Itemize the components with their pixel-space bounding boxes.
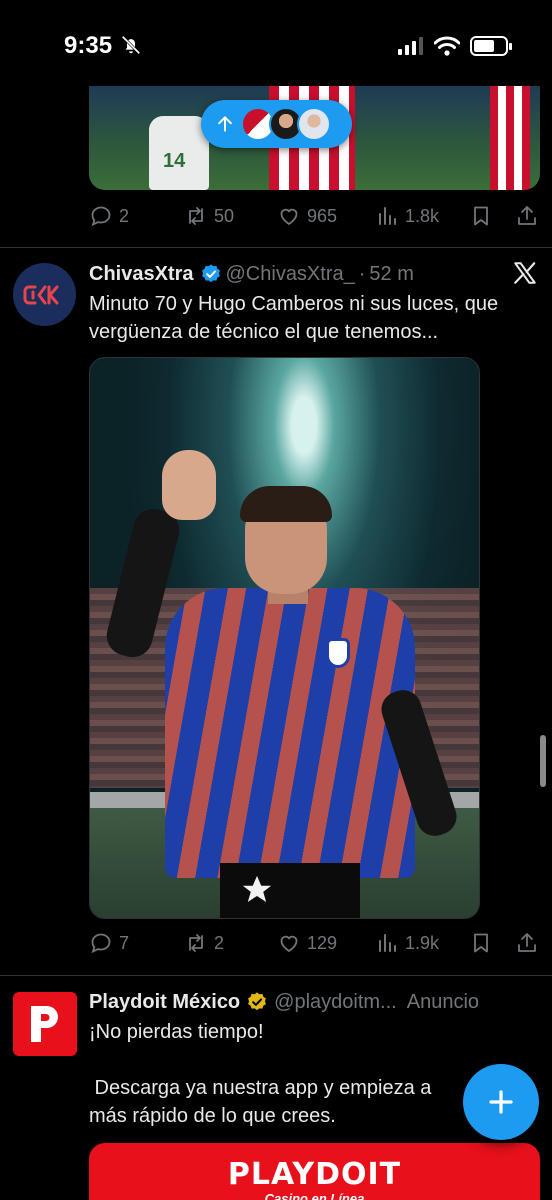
player-figure: 14 bbox=[149, 116, 209, 190]
ad-brand-subtitle: Casino en Línea bbox=[264, 1191, 365, 1200]
status-bar: 9:35 bbox=[0, 0, 552, 86]
tweet-text-line: Minuto 70 y Hugo Camberos ni sus luces, … bbox=[89, 293, 499, 315]
author-handle[interactable]: @ChivasXtra_ bbox=[226, 263, 355, 286]
bookmark-button[interactable] bbox=[469, 201, 493, 231]
share-icon bbox=[518, 206, 536, 225]
star-icon bbox=[242, 875, 272, 903]
ad-header: Playdoit México @playdoitm... Anuncio bbox=[89, 988, 479, 1016]
avatar[interactable] bbox=[13, 992, 77, 1056]
playdoit-logo-icon bbox=[31, 1006, 58, 1042]
player-figure bbox=[490, 86, 530, 190]
x-logo-icon bbox=[514, 262, 536, 284]
views-button[interactable]: 1.8k bbox=[375, 201, 439, 231]
jersey-number-graphic: 14 bbox=[163, 150, 186, 172]
player-hair bbox=[240, 486, 332, 522]
share-icon bbox=[518, 933, 536, 952]
repost-icon bbox=[189, 934, 203, 952]
plus-icon bbox=[489, 1090, 513, 1114]
tweet-text-line: vergüenza de técnico el que tenemos... bbox=[89, 321, 439, 343]
views-button[interactable]: 1.9k bbox=[375, 928, 439, 958]
ad-text-line: más rápido de lo que crees. bbox=[89, 1105, 336, 1127]
avatar[interactable] bbox=[13, 263, 76, 326]
repost-count: 2 bbox=[214, 932, 225, 953]
bookmark-icon bbox=[474, 933, 488, 953]
tweet-actions: 7 2 129 1.9k bbox=[89, 928, 540, 958]
like-button[interactable]: 965 bbox=[277, 201, 337, 231]
divider bbox=[0, 975, 552, 976]
like-icon bbox=[280, 208, 298, 226]
chivasxtra-logo-icon bbox=[23, 285, 58, 304]
share-button[interactable] bbox=[515, 928, 539, 958]
separator: · bbox=[358, 262, 366, 285]
wifi-icon bbox=[434, 36, 460, 56]
status-right bbox=[398, 36, 512, 56]
reply-button[interactable]: 7 bbox=[89, 928, 129, 958]
author-name[interactable]: ChivasXtra bbox=[89, 263, 194, 286]
views-count: 1.9k bbox=[405, 932, 440, 953]
reply-icon bbox=[91, 206, 111, 227]
club-crest bbox=[326, 638, 350, 668]
bookmark-icon bbox=[474, 206, 488, 226]
tweet-header: ChivasXtra @ChivasXtra_ · 52 m bbox=[89, 260, 414, 288]
compose-button[interactable] bbox=[463, 1064, 539, 1140]
advertiser-name[interactable]: Playdoit México bbox=[89, 991, 240, 1014]
reply-icon bbox=[91, 933, 111, 954]
reply-button[interactable]: 2 bbox=[89, 201, 129, 231]
status-time: 9:35 bbox=[64, 32, 113, 59]
ad-banner[interactable]: PLAYDOIT Casino en Línea bbox=[89, 1143, 540, 1200]
verified-icon bbox=[201, 264, 220, 283]
views-icon bbox=[379, 207, 396, 225]
tweet-actions: 2 50 965 1.8k bbox=[89, 201, 540, 231]
ad-text-line: Descarga ya nuestra app y empieza a bbox=[89, 1077, 432, 1099]
tweet-text: Minuto 70 y Hugo Camberos ni sus luces, … bbox=[89, 290, 529, 346]
battery-icon bbox=[470, 36, 512, 56]
like-button[interactable]: 129 bbox=[277, 928, 337, 958]
repost-count: 50 bbox=[214, 205, 235, 226]
reply-count: 7 bbox=[119, 932, 130, 953]
advertiser-handle[interactable]: @playdoitm... bbox=[274, 991, 397, 1014]
share-button[interactable] bbox=[515, 201, 539, 231]
reply-count: 2 bbox=[119, 205, 130, 226]
repost-button[interactable]: 2 bbox=[184, 928, 224, 958]
new-posts-pill[interactable] bbox=[201, 100, 352, 148]
ad-text: ¡No pierdas tiempo! Descarga ya nuestra … bbox=[89, 1018, 449, 1130]
ad-brand: PLAYDOIT bbox=[227, 1157, 402, 1192]
repost-icon bbox=[189, 207, 203, 225]
ad-text-line: ¡No pierdas tiempo! bbox=[89, 1021, 264, 1043]
views-icon bbox=[379, 934, 396, 952]
tweet-image[interactable] bbox=[89, 357, 480, 919]
bell-slash-icon bbox=[121, 35, 141, 55]
verified-icon bbox=[248, 992, 267, 1011]
avatar bbox=[297, 107, 331, 141]
arrow-up-icon bbox=[218, 116, 232, 132]
views-count: 1.8k bbox=[405, 205, 440, 226]
ad-label: Anuncio bbox=[406, 990, 480, 1013]
like-count: 965 bbox=[307, 205, 338, 226]
tweet-time[interactable]: 52 m bbox=[369, 263, 413, 286]
like-count: 129 bbox=[307, 932, 338, 953]
bookmark-button[interactable] bbox=[469, 928, 493, 958]
repost-button[interactable]: 50 bbox=[184, 201, 234, 231]
raised-hand bbox=[162, 450, 216, 520]
signal-icon bbox=[398, 37, 423, 55]
player-jersey bbox=[165, 588, 415, 878]
divider bbox=[0, 247, 552, 248]
like-icon bbox=[280, 935, 298, 953]
scrollbar[interactable] bbox=[540, 735, 546, 787]
